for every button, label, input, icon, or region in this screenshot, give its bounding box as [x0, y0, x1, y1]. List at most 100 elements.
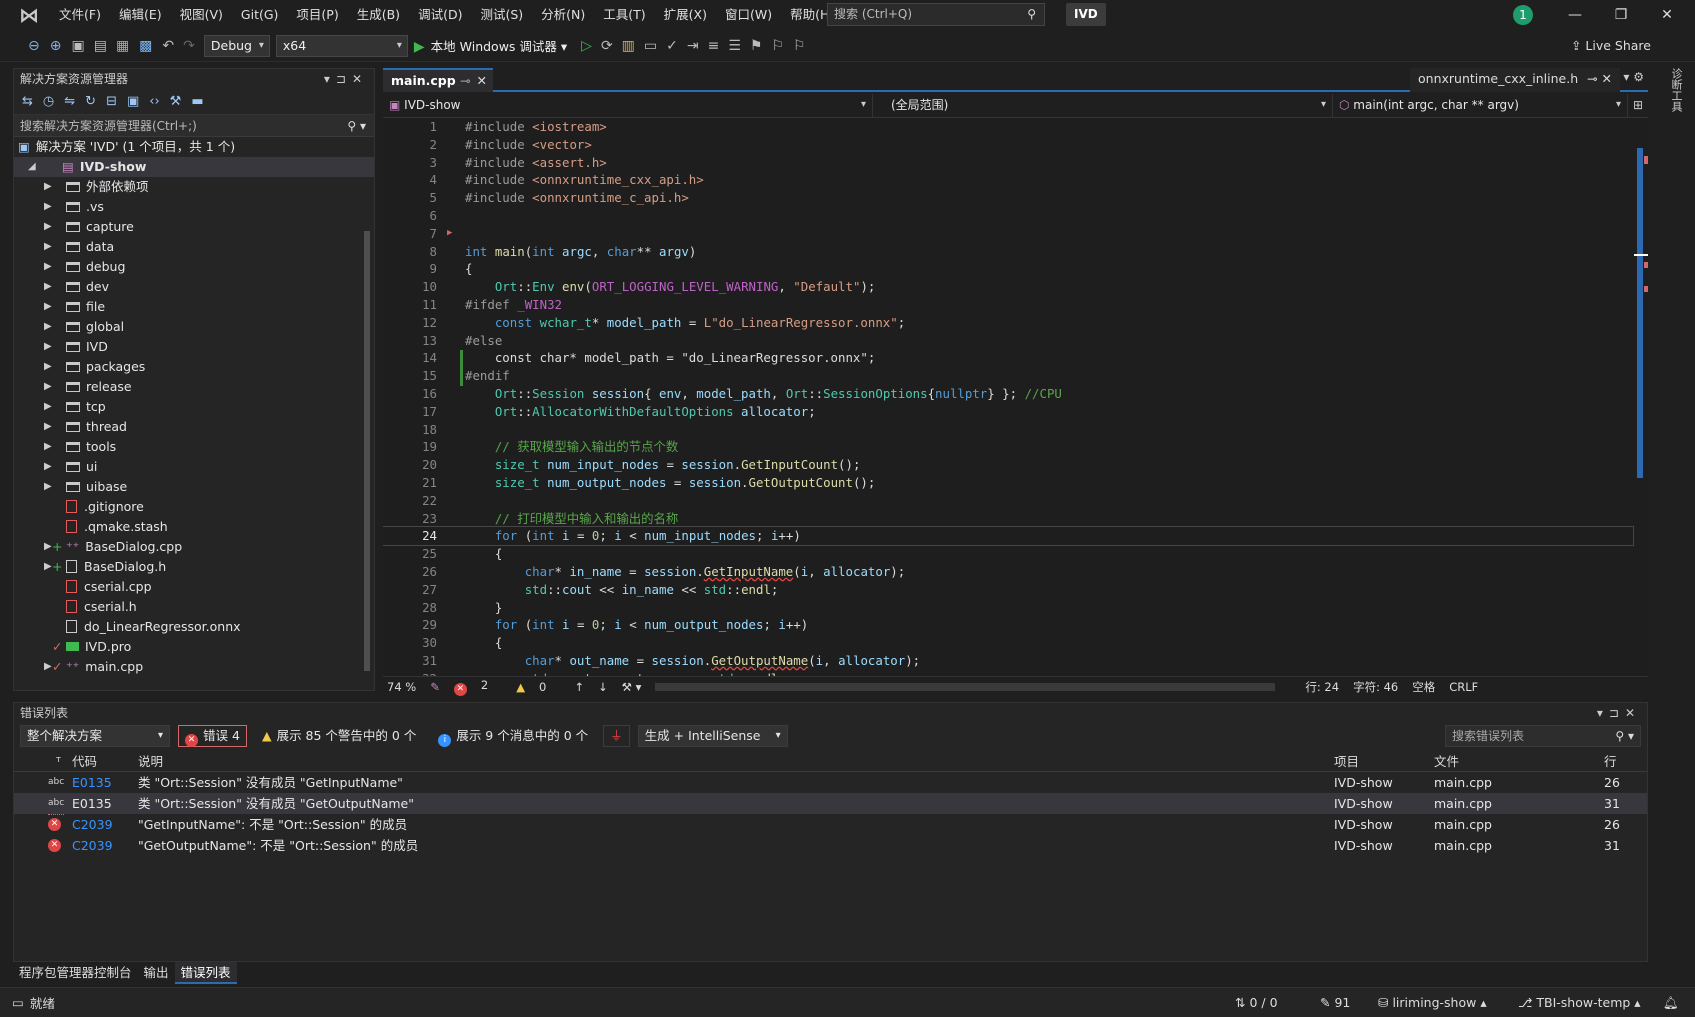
menu-debug[interactable]: 调试(D) [409, 0, 471, 30]
tree-folder[interactable]: ▶ data [14, 237, 374, 257]
back-icon[interactable]: ⊖ [28, 38, 40, 54]
breakpoint-arrow-icon[interactable]: ▶ [447, 225, 452, 243]
tree-file[interactable]: ✓ IVD.pro [14, 637, 374, 657]
menu-analyze[interactable]: 分析(N) [532, 0, 594, 30]
horizontal-scrollbar[interactable] [655, 682, 1276, 691]
zoom-dropdown[interactable]: 74 % [387, 680, 416, 694]
cleanup-icon[interactable]: ⚒ ▾ [622, 680, 642, 694]
start-debugging-button[interactable]: ▶ 本地 Windows 调试器 ▾ [414, 36, 567, 55]
tab-onnxruntime-cxx-inline[interactable]: onnxruntime_cxx_inline.h ⊸ ✕ [1410, 68, 1620, 92]
nav-member-dropdown[interactable]: ⬡ main(int argc, char ** argv) [1333, 94, 1628, 117]
forward-icon[interactable]: ⊕ [50, 38, 62, 54]
folder-icon[interactable]: ▥ [622, 38, 635, 54]
collapse-all-icon[interactable]: ⊟ [106, 94, 117, 109]
error-code-link[interactable]: C2039 [72, 835, 113, 856]
error-list-search-input[interactable]: 搜索错误列表 ⚲ ▾ [1445, 725, 1641, 747]
tab-overflow-icon[interactable]: ▾ ⚙ [1623, 70, 1644, 84]
menu-project[interactable]: 项目(P) [287, 0, 347, 30]
error-code-link[interactable]: E0135 [72, 793, 112, 814]
spellcheck-icon[interactable]: ✓ [666, 38, 678, 54]
attach-icon[interactable]: ⟳ [601, 38, 613, 54]
branch-selector[interactable]: ⎇ TBI-show-temp ▴ [1518, 995, 1641, 1010]
scrollbar-thumb[interactable] [1637, 148, 1643, 478]
scope-dropdown[interactable]: 整个解决方案 [20, 725, 170, 747]
pane-controls[interactable]: ▾⊐✕ [324, 69, 368, 89]
tree-file[interactable]: do_LinearRegressor.onnx [14, 617, 374, 637]
tree-folder[interactable]: ▶ thread [14, 417, 374, 437]
tree-folder[interactable]: ▶ packages [14, 357, 374, 377]
error-code-link[interactable]: C2039 [72, 814, 113, 835]
eol-indicator[interactable]: CRLF [1449, 680, 1478, 694]
project-node[interactable]: ◢ ▤ IVD-show [14, 157, 374, 177]
indent-icon[interactable]: ≡ [708, 38, 720, 54]
menu-window[interactable]: 窗口(W) [716, 0, 781, 30]
save-all-icon[interactable]: ▩ [139, 38, 152, 54]
editor-vertical-scrollbar[interactable] [1634, 118, 1648, 658]
solution-search-input[interactable]: 搜索解决方案资源管理器(Ctrl+;) ⚲ ▾ [14, 115, 374, 137]
open-folder-icon[interactable]: ▤ [94, 38, 107, 54]
layout-icon[interactable]: ▭ [644, 38, 657, 54]
warnings-filter-button[interactable]: ▲ 展示 85 个警告中的 0 个 [255, 725, 423, 747]
tree-folder[interactable]: ▶ tools [14, 437, 374, 457]
tree-file[interactable]: ▶ + ⁺⁺ BaseDialog.cpp [14, 537, 374, 557]
tree-folder[interactable]: ▶ 外部依赖项 [14, 177, 374, 197]
minimize-button[interactable]: — [1552, 0, 1598, 30]
solution-explorer-scrollbar[interactable] [362, 217, 372, 687]
tree-folder[interactable]: ▶ tcp [14, 397, 374, 417]
column-file[interactable]: 文件 [1434, 751, 1459, 772]
bookmark-next-icon[interactable]: ⚐ [793, 38, 806, 54]
switch-views-icon[interactable]: ⇆ [22, 94, 33, 109]
undo-icon[interactable]: ↶ [162, 38, 174, 54]
build-filter-dropdown[interactable]: 生成 + IntelliSense [637, 725, 788, 747]
live-share-button[interactable]: ⇪ Live Share [1571, 30, 1651, 62]
tree-file[interactable]: ▶ ✓ ⁺⁺ main.cpp [14, 657, 374, 677]
properties-icon[interactable]: ⚒ [170, 94, 182, 109]
menu-build[interactable]: 生成(B) [348, 0, 409, 30]
code-editor[interactable]: 1 #include <iostream> 2 #include <vector> … [383, 118, 1648, 676]
tab-output[interactable]: 输出 [138, 962, 175, 984]
error-code-link[interactable]: E0135 [72, 772, 112, 793]
error-row[interactable]: ✕ C2039 "GetOutputName": 不是 "Ort::Sessio… [14, 835, 1647, 856]
column-project[interactable]: 项目 [1334, 751, 1359, 772]
configuration-dropdown[interactable]: Debug [203, 34, 270, 57]
pane-controls[interactable]: ▾⊐✕ [1597, 703, 1641, 723]
tab-package-manager-console[interactable]: 程序包管理器控制台 [13, 962, 138, 984]
account-avatar[interactable]: 1 [1513, 5, 1533, 25]
platform-dropdown[interactable]: x64 [275, 34, 408, 57]
preview-icon[interactable]: ▬ [191, 94, 203, 109]
tree-folder[interactable]: ▶ release [14, 377, 374, 397]
start-without-debugging-icon[interactable]: ▷ [581, 38, 592, 54]
menu-tools[interactable]: 工具(T) [594, 0, 654, 30]
code-view-icon[interactable]: ‹› [149, 94, 159, 109]
health-icon[interactable]: ✎ [430, 680, 440, 694]
bookmark-prev-icon[interactable]: ⚐ [771, 38, 784, 54]
warning-count[interactable]: ▲ 0 [516, 680, 560, 694]
tree-file[interactable]: cserial.h [14, 597, 374, 617]
maximize-button[interactable]: ❐ [1598, 0, 1644, 30]
refresh-icon[interactable]: ↻ [85, 94, 96, 109]
tree-folder[interactable]: ▶ uibase [14, 477, 374, 497]
down-icon[interactable]: ↓ [598, 680, 608, 694]
scrollbar-thumb[interactable] [364, 231, 370, 671]
tree-folder[interactable]: ▶ debug [14, 257, 374, 277]
menu-test[interactable]: 测试(S) [471, 0, 532, 30]
sync-icon[interactable]: ⇋ [64, 94, 75, 109]
tab-main-cpp[interactable]: main.cpp ⊸ ✕ [383, 68, 493, 92]
tree-folder[interactable]: ▶ ui [14, 457, 374, 477]
error-row[interactable]: ✕ C2039 "GetInputName": 不是 "Ort::Session… [14, 814, 1647, 835]
new-project-icon[interactable]: ▣ [71, 38, 84, 54]
menu-extensions[interactable]: 扩展(X) [655, 0, 716, 30]
pending-changes[interactable]: ✎ 91 [1320, 995, 1350, 1010]
tree-folder[interactable]: ▶ IVD [14, 337, 374, 357]
outdent-icon[interactable]: ☰ [728, 38, 741, 54]
tree-folder[interactable]: ▶ file [14, 297, 374, 317]
global-search-input[interactable]: 搜索 (Ctrl+Q) ⚲ [827, 3, 1045, 26]
menu-file[interactable]: 文件(F) [50, 0, 110, 30]
tree-folder[interactable]: ▶ capture [14, 217, 374, 237]
error-count[interactable]: ✕ 2 [453, 678, 502, 696]
tab-error-list[interactable]: 错误列表 [174, 962, 237, 984]
step-icon[interactable]: ⇥ [687, 38, 699, 54]
indent-indicator[interactable]: 空格 [1412, 679, 1435, 695]
menu-edit[interactable]: 编辑(E) [110, 0, 171, 30]
sync-status[interactable]: ⇅ 0 / 0 [1235, 995, 1278, 1010]
